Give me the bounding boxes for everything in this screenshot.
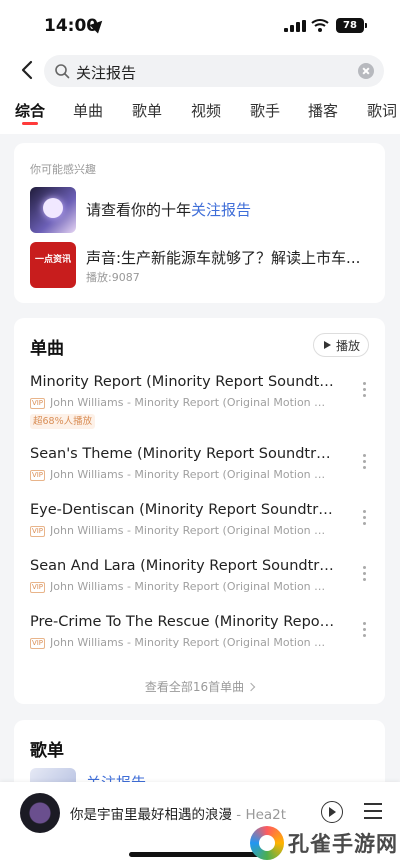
song-row[interactable]: Sean's Theme (Minority Report Soundtrack… [14,446,385,502]
song-title: Sean And Lara (Minority Report Soundtrac… [30,558,338,574]
more-options-icon[interactable] [363,510,367,528]
watermark-text: 孔雀手游网 [288,832,398,856]
home-indicator [129,852,263,857]
song-row[interactable]: Sean And Lara (Minority Report Soundtrac… [14,558,385,614]
report-link[interactable]: 关注报告 [191,201,251,219]
search-query: 关注报告 [76,64,137,82]
vip-badge: VIP [30,398,45,409]
cellular-signal-icon [284,20,306,32]
song-title: Eye-Dentiscan (Minority Report Soundtrac… [30,502,338,518]
result-tabs: 综合 单曲 歌单 视频 歌手 播客 歌词 [0,90,400,134]
song-artist-album: John Williams - Minority Report (Origina… [50,524,330,537]
news-logo-text: 一点资讯 [34,255,71,265]
playlists-section-title: 歌单 [30,741,64,761]
songs-section-title: 单曲 [30,339,64,359]
more-options-icon[interactable] [363,622,367,640]
song-title: Minority Report (Minority Report Soundtr… [30,374,338,390]
podcast-play-count: 播放:9087 [86,271,140,284]
now-playing-artist: - Hea2t [232,807,287,823]
vip-badge: VIP [30,526,45,537]
tab-songs[interactable]: 单曲 [73,100,103,121]
report-prefix: 请查看你的十年 [86,201,192,219]
song-artist-album: John Williams - Minority Report (Origina… [50,636,330,649]
wifi-icon [311,19,329,32]
playlist-queue-icon[interactable] [364,803,382,819]
suggestions-card: 你可能感兴趣 请查看你的十年关注报告 一点资讯 声音:生产新能源车就够了？解读上… [14,143,385,303]
tab-videos[interactable]: 视频 [191,100,221,121]
active-tab-indicator [22,122,38,125]
popularity-tag: 超68%人播放 [30,414,96,429]
podcast-suggestion-title[interactable]: 声音:生产新能源车就够了？解读上市车... [86,247,372,268]
news-thumbnail[interactable]: 一点资讯 [30,242,76,288]
tab-lyrics[interactable]: 歌词 [367,100,397,121]
tab-podcasts[interactable]: 播客 [308,100,338,121]
play-pause-icon[interactable] [321,801,343,823]
song-title: Pre-Crime To The Rescue (Minority Report… [30,614,338,630]
tab-all[interactable]: 综合 [15,100,45,121]
song-row[interactable]: Pre-Crime To The Rescue (Minority Report… [14,614,385,670]
battery-icon: 78 [336,18,367,33]
view-all-label: 查看全部16首单曲 [144,680,245,694]
now-playing-cover[interactable] [20,793,60,833]
song-artist-album: John Williams - Minority Report (Origina… [50,468,330,481]
chevron-right-icon [246,682,256,692]
songs-card: 单曲 播放 Minority Report (Minority Report S… [14,318,385,704]
play-icon [324,341,331,349]
site-watermark: 孔雀手游网 [246,826,400,866]
play-all-button[interactable]: 播放 [313,333,369,357]
song-row[interactable]: Minority Report (Minority Report Soundtr… [14,374,385,430]
back-icon[interactable] [18,58,38,82]
report-suggestion[interactable]: 请查看你的十年关注报告 [86,199,251,220]
tab-playlists[interactable]: 歌单 [132,100,162,121]
suggestions-hint: 你可能感兴趣 [30,163,96,176]
song-artist-album: John Williams - Minority Report (Origina… [50,580,330,593]
battery-level: 78 [343,20,357,31]
now-playing-title: 你是宇宙里最好相遇的浪漫 [70,807,232,823]
vip-badge: VIP [30,638,45,649]
watermark-logo-icon [250,826,284,860]
song-title: Sean's Theme (Minority Report Soundtrack… [30,446,338,462]
status-bar: 14:00 78 [0,0,400,52]
vip-badge: VIP [30,582,45,593]
search-icon [55,64,70,79]
view-all-songs-link[interactable]: 查看全部16首单曲 [14,678,385,695]
search-header: 关注报告 [0,52,400,90]
tab-artists[interactable]: 歌手 [250,100,280,121]
report-thumbnail[interactable] [30,187,76,233]
more-options-icon[interactable] [363,566,367,584]
play-all-label: 播放 [336,339,361,353]
more-options-icon[interactable] [363,382,367,400]
vip-badge: VIP [30,470,45,481]
more-options-icon[interactable] [363,454,367,472]
search-input[interactable]: 关注报告 [44,55,384,87]
song-row[interactable]: Eye-Dentiscan (Minority Report Soundtrac… [14,502,385,558]
clear-icon[interactable] [358,63,374,79]
song-artist-album: John Williams - Minority Report (Origina… [50,396,330,409]
now-playing-text[interactable]: 你是宇宙里最好相遇的浪漫 - Hea2t [70,803,308,823]
